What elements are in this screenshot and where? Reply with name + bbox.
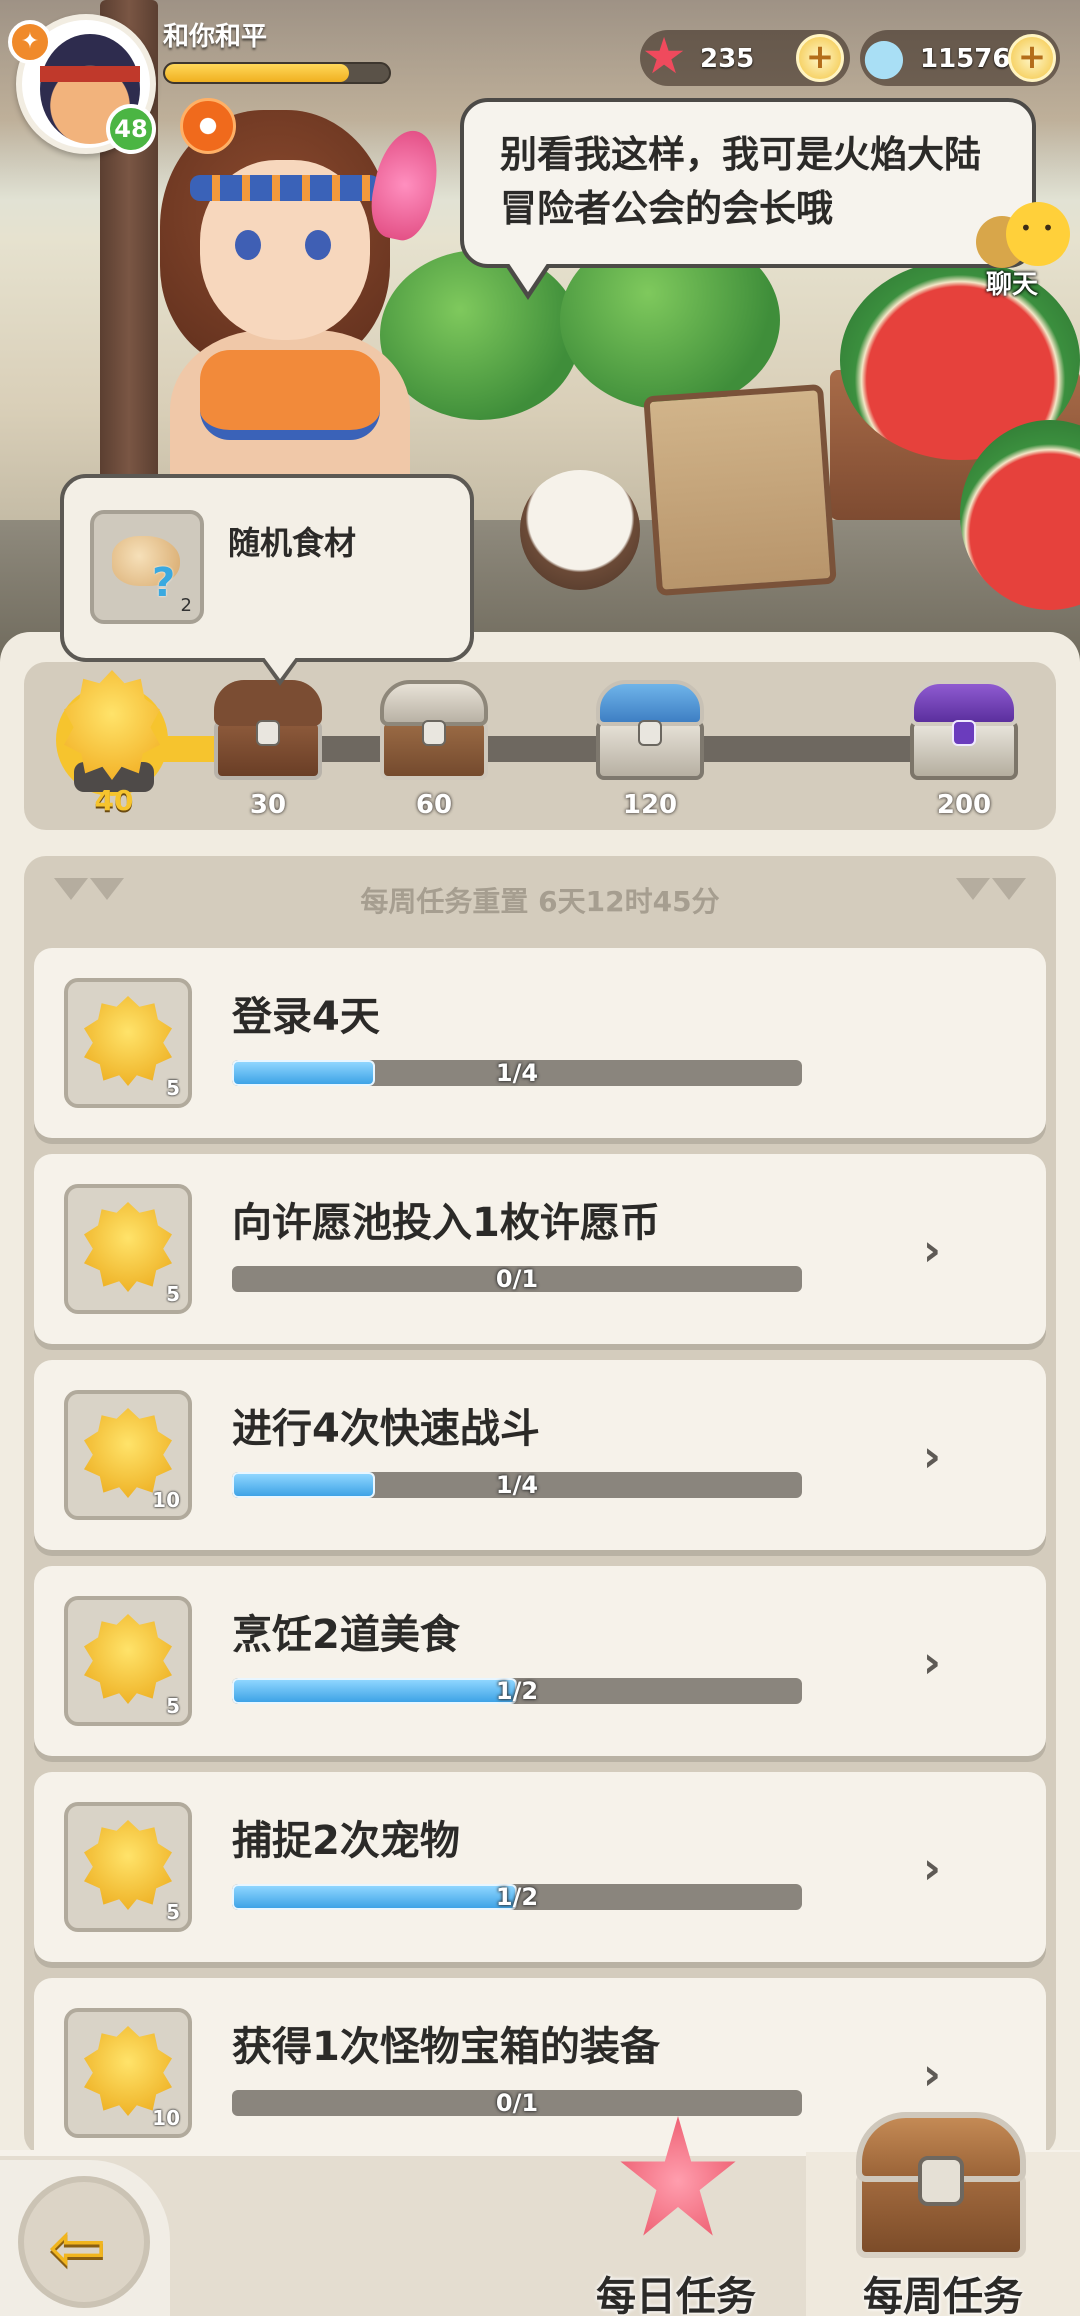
task-title: 烹饪2道美食 [232,1612,460,1658]
task-reward-points: 10 [152,2106,180,2130]
task-reward-slot: 10 [64,1390,192,1520]
current-points-value: 40 [94,784,134,817]
shell-gem-icon: ● [862,27,906,85]
task-row[interactable]: 10 进行4次快速战斗 1/4 › [34,1360,1046,1550]
task-title: 获得1次怪物宝箱的装备 [232,2024,660,2070]
chevron-right-icon[interactable]: › [912,1638,952,1688]
task-title: 登录4天 [232,994,380,1040]
tab-daily-label: 每日任务 [596,2274,756,2316]
starfish-icon [620,2116,736,2236]
task-reward-points: 5 [166,1076,180,1100]
chat-label: 聊天 [986,270,1039,300]
task-progress-text: 1/2 [495,1884,539,1910]
task-progress-text: 1/4 [495,1472,539,1498]
reward-tooltip: ? 2 随机食材 [60,474,474,686]
thumbs-up-badge-icon [84,1408,172,1498]
milestone-points: 30 [249,790,287,820]
task-progress-bar: 0/1 [232,2090,802,2116]
milestone-points: 60 [415,790,453,820]
task-progress-bar: 1/2 [232,1678,802,1704]
thumbs-up-badge-icon [84,2026,172,2116]
tab-daily-tasks[interactable]: 每日任务 [546,2116,806,2316]
question-mark-icon: ? [152,560,176,606]
blue-chest-icon[interactable] [590,672,710,788]
task-reward-points: 5 [166,1900,180,1924]
purple-chest-icon[interactable] [904,672,1024,788]
task-progress-text: 0/1 [495,1266,539,1292]
weekly-task-list: 每周任务重置 6天12时45分 5 登录4天 1/4 5 向许愿池投入1枚许愿币… [24,856,1056,2156]
chevron-right-icon[interactable]: › [912,1226,952,1276]
task-progress-text: 1/4 [495,1060,539,1086]
thumbs-up-badge-icon [84,1820,172,1910]
add-shell-button[interactable]: + [1008,34,1056,82]
task-reward-slot: 5 [64,1596,192,1726]
xp-bar-fill [165,64,349,82]
task-row[interactable]: 5 捕捉2次宠物 1/2 › [34,1772,1046,1962]
chevron-right-icon[interactable]: › [912,1432,952,1482]
thumbs-up-badge-icon [84,1202,172,1292]
npc-speech-bubble: 别看我这样，我可是火焰大陆冒险者公会的会长哦 [460,98,1036,300]
task-row[interactable]: 5 烹饪2道美食 1/2 › [34,1566,1046,1756]
thumbs-up-badge-icon [84,1614,172,1704]
guild-emblem-icon: ✦ [8,20,52,64]
milestone-points: 200 [936,790,992,820]
task-title: 进行4次快速战斗 [232,1406,540,1452]
coconut-drink [520,470,640,590]
hair-flower-icon [364,124,446,246]
chevron-right-icon[interactable]: › [912,1844,952,1894]
npc-guild-master[interactable] [130,90,460,530]
reward-count: 2 [180,595,192,616]
silver-chest-icon[interactable] [374,672,494,788]
task-progress-bar: 1/4 [232,1060,802,1086]
vip-icon[interactable] [180,98,236,154]
reward-label: 随机食材 [228,524,357,562]
task-progress-bar: 0/1 [232,1266,802,1292]
task-reward-points: 5 [166,1282,180,1306]
current-points-badge: 40 [50,666,178,817]
starfish-icon: ★ [641,27,687,85]
weekly-reset-timer: 每周任务重置 6天12时45分 [360,885,720,918]
task-progress-text: 1/2 [495,1678,539,1704]
reward-item-slot: ? 2 [90,510,204,624]
task-reward-points: 5 [166,1694,180,1718]
add-starfish-button[interactable]: + [796,34,844,82]
task-progress-bar: 1/4 [232,1472,802,1498]
map-board [643,383,837,597]
task-progress-text: 0/1 [495,2090,539,2116]
task-reward-slot: 5 [64,1184,192,1314]
task-reward-slot: 10 [64,2008,192,2138]
player-name: 和你和平 [163,22,268,52]
task-row[interactable]: 5 向许愿池投入1枚许愿币 0/1 › [34,1154,1046,1344]
currency-starfish: ★ 235 + [640,27,850,86]
chevron-right-icon[interactable]: › [912,2050,952,2100]
thumbs-up-badge-icon [84,996,172,1086]
task-reward-points: 10 [152,1488,180,1512]
task-reward-slot: 5 [64,978,192,1108]
task-progress-bar: 1/2 [232,1884,802,1910]
tab-weekly-label: 每周任务 [863,2274,1023,2316]
task-title: 向许愿池投入1枚许愿币 [232,1200,660,1246]
tab-weekly-tasks[interactable]: 每周任务 [806,2112,1080,2316]
treasure-chest-icon [856,2112,1026,2262]
task-reward-slot: 5 [64,1802,192,1932]
back-button[interactable]: ⇦ [0,2160,170,2316]
wooden-chest-icon[interactable] [208,672,328,788]
back-arrow-icon: ⇦ [48,2206,107,2288]
task-title: 捕捉2次宠物 [232,1818,460,1864]
chat-button[interactable]: 聊天 [966,196,1070,306]
player-level-badge: 48 [106,104,156,154]
task-row[interactable]: 5 登录4天 1/4 [34,948,1046,1138]
starfish-amount: 235 [700,44,755,74]
milestone-points: 120 [622,790,678,820]
xp-bar [163,62,391,84]
currency-shell: ● 115768 + [860,27,1060,86]
npc-speech-text: 别看我这样，我可是火焰大陆冒险者公会的会长哦 [500,133,981,230]
